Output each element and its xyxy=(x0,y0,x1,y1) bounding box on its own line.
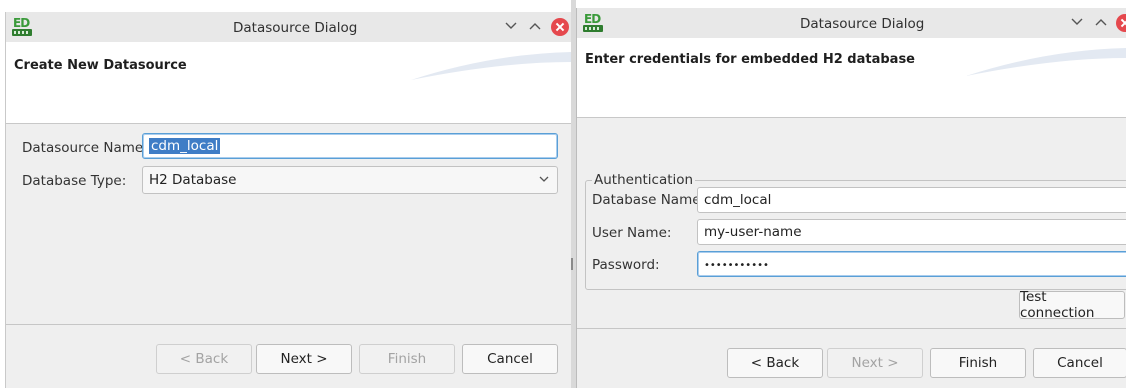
chevron-up-icon[interactable] xyxy=(1093,14,1109,30)
back-button[interactable]: < Back xyxy=(156,344,252,374)
window-gap-mark xyxy=(571,258,573,270)
cancel-button[interactable]: Cancel xyxy=(462,344,558,374)
finish-button[interactable]: Finish xyxy=(359,344,455,374)
database-name-value: cdm_local xyxy=(704,192,772,208)
cancel-button[interactable]: Cancel xyxy=(1033,348,1126,378)
banner-swoosh-decoration xyxy=(966,48,1126,76)
close-icon[interactable] xyxy=(551,18,569,36)
datasource-name-label: Datasource Name: xyxy=(22,140,148,156)
next-button[interactable]: Next > xyxy=(827,348,923,378)
datasource-name-value: cdm_local xyxy=(149,138,221,154)
button-bar-separator xyxy=(6,324,571,325)
database-type-select[interactable]: H2 Database xyxy=(142,166,558,194)
h2-credentials-dialog: ED Datasource Dialog Enter credentials f… xyxy=(576,8,1126,388)
test-connection-button[interactable]: Test connection xyxy=(1019,289,1125,321)
password-value: ••••••••••• xyxy=(704,260,769,271)
title-bar[interactable]: ED Datasource Dialog xyxy=(6,12,571,42)
wizard-banner: Enter credentials for embedded H2 databa… xyxy=(577,38,1126,118)
page-heading: Enter credentials for embedded H2 databa… xyxy=(585,52,915,67)
database-type-label: Database Type: xyxy=(22,173,127,189)
database-name-label: Database Name: xyxy=(592,192,706,208)
password-input[interactable]: ••••••••••• xyxy=(697,251,1126,277)
ed-logo-icon: ED xyxy=(583,13,605,33)
database-name-input[interactable]: cdm_local xyxy=(697,187,1126,213)
page-heading: Create New Datasource xyxy=(14,58,187,73)
ed-logo-icon: ED xyxy=(12,17,34,37)
wizard-banner: Create New Datasource xyxy=(6,42,571,124)
chevron-down-icon[interactable] xyxy=(503,18,519,34)
chevron-up-icon[interactable] xyxy=(527,18,543,34)
finish-button[interactable]: Finish xyxy=(930,348,1026,378)
datasource-name-input[interactable]: cdm_local xyxy=(142,133,558,159)
next-button[interactable]: Next > xyxy=(256,344,352,374)
title-bar[interactable]: ED Datasource Dialog xyxy=(577,8,1126,38)
window-title: Datasource Dialog xyxy=(233,20,358,36)
password-label: Password: xyxy=(592,257,660,273)
chevron-down-icon[interactable] xyxy=(1069,14,1085,30)
back-button[interactable]: < Back xyxy=(727,348,823,378)
user-name-input[interactable]: my-user-name xyxy=(697,219,1126,245)
database-type-value: H2 Database xyxy=(149,172,237,188)
authentication-group-title: Authentication xyxy=(592,172,696,188)
chevron-down-icon xyxy=(539,172,549,186)
user-name-label: User Name: xyxy=(592,225,672,241)
banner-swoosh-decoration xyxy=(411,52,571,80)
create-datasource-dialog: ED Datasource Dialog Create New Datasour… xyxy=(5,12,571,388)
button-bar-separator xyxy=(577,328,1126,329)
close-icon[interactable] xyxy=(1116,14,1126,32)
window-title: Datasource Dialog xyxy=(800,16,925,32)
user-name-value: my-user-name xyxy=(704,224,802,240)
